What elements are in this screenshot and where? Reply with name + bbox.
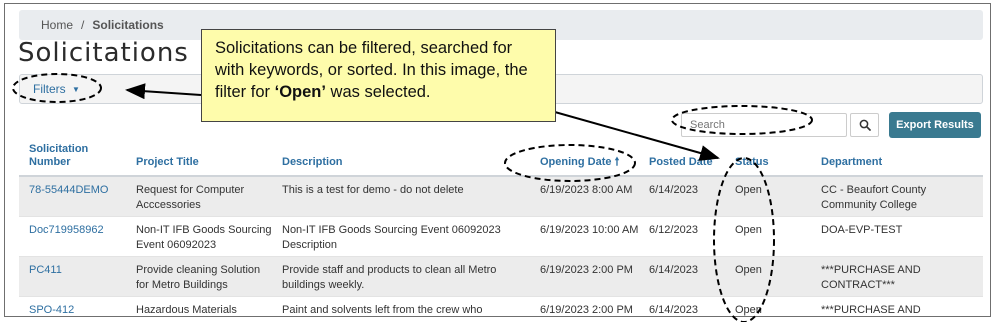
- header-opening-date[interactable]: Opening Date 🠕: [540, 156, 640, 169]
- search-icon: [859, 119, 871, 131]
- caret-down-icon: ▼: [72, 85, 80, 95]
- header-department[interactable]: Department: [821, 156, 971, 169]
- sort-ascending-icon: 🠕: [614, 156, 620, 168]
- project-title-cell: Non-IT IFB Goods Sourcing Event 06092023: [136, 224, 272, 251]
- solicitation-number-link[interactable]: 78-55444DEMO: [29, 183, 109, 198]
- breadcrumb-current: Solicitations: [92, 18, 164, 32]
- table-row: SPO-412 Hazardous Materials Paint and so…: [19, 297, 983, 316]
- search-input[interactable]: [681, 113, 847, 137]
- header-opening-date-label: Opening Date: [540, 156, 612, 168]
- posted-date-cell: 6/14/2023: [649, 264, 698, 276]
- filters-button[interactable]: Filters ▼: [33, 82, 80, 96]
- filters-label: Filters: [33, 82, 66, 96]
- instruction-callout: Solicitations can be filtered, searched …: [201, 29, 556, 122]
- opening-date-cell: 6/19/2023 2:00 PM: [540, 304, 633, 316]
- table-row: PC411 Provide cleaning Solution for Metr…: [19, 257, 983, 297]
- table-row: 78-55444DEMO Request for Computer Accces…: [19, 177, 983, 217]
- status-cell: Open: [735, 264, 762, 276]
- breadcrumb-home-link[interactable]: Home: [41, 18, 73, 32]
- search-button[interactable]: [850, 113, 879, 137]
- header-project-title[interactable]: Project Title: [136, 156, 276, 169]
- project-title-cell: Hazardous Materials: [136, 304, 237, 316]
- department-cell: ***PURCHASE AND: [821, 304, 921, 316]
- project-title-cell: Provide cleaning Solution for Metro Buil…: [136, 264, 261, 291]
- header-solicitation-number[interactable]: Solicitation Number: [29, 143, 88, 169]
- status-cell: Open: [735, 304, 762, 316]
- callout-emphasis: ‘Open’: [274, 83, 326, 101]
- page-title: Solicitations: [18, 38, 189, 68]
- description-cell: Provide staff and products to clean all …: [282, 264, 497, 291]
- posted-date-cell: 6/12/2023: [649, 224, 698, 236]
- table-header: Solicitation Number Project Title Descri…: [19, 139, 983, 177]
- solicitation-number-link[interactable]: Doc719958962: [29, 223, 104, 238]
- department-cell: DOA-EVP-TEST: [821, 224, 903, 236]
- department-cell: ***PURCHASE AND CONTRACT***: [821, 264, 921, 291]
- callout-text-after: was selected.: [325, 83, 431, 101]
- posted-date-cell: 6/14/2023: [649, 184, 698, 196]
- solicitation-number-link[interactable]: SPO-412: [29, 303, 74, 316]
- header-number-line1: Solicitation: [29, 143, 89, 155]
- project-title-cell: Request for Computer Acccessories: [136, 184, 245, 211]
- description-cell: This is a test for demo - do not delete: [282, 184, 464, 196]
- header-number-line2: Number: [29, 156, 71, 168]
- header-status[interactable]: Status: [735, 156, 769, 169]
- solicitations-table: Solicitation Number Project Title Descri…: [19, 139, 983, 316]
- export-results-button[interactable]: Export Results: [889, 112, 981, 138]
- status-cell: Open: [735, 224, 762, 236]
- opening-date-cell: 6/19/2023 8:00 AM: [540, 184, 633, 196]
- breadcrumb-separator: /: [81, 18, 85, 32]
- header-posted-date[interactable]: Posted Date: [649, 156, 713, 169]
- table-row: Doc719958962 Non-IT IFB Goods Sourcing E…: [19, 217, 983, 257]
- posted-date-cell: 6/14/2023: [649, 304, 698, 316]
- opening-date-cell: 6/19/2023 2:00 PM: [540, 264, 633, 276]
- header-description[interactable]: Description: [282, 156, 522, 169]
- department-cell: CC - Beaufort County Community College: [821, 184, 927, 211]
- description-cell: Paint and solvents left from the crew wh…: [282, 304, 483, 316]
- description-cell: Non-IT IFB Goods Sourcing Event 06092023…: [282, 224, 501, 251]
- solicitation-number-link[interactable]: PC411: [29, 263, 62, 278]
- opening-date-cell: 6/19/2023 10:00 AM: [540, 224, 639, 236]
- status-cell: Open: [735, 184, 762, 196]
